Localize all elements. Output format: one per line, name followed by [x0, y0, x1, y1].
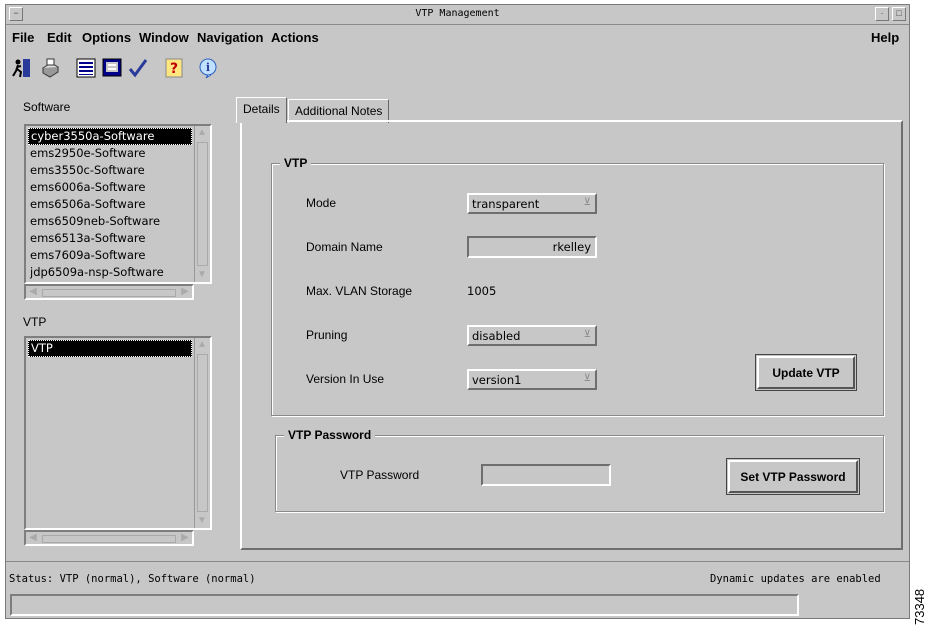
set-vtp-password-button[interactable]: Set VTP Password	[726, 458, 860, 495]
minimize-icon[interactable]: ·	[875, 7, 889, 21]
figure-id: 73348	[912, 588, 927, 625]
status-text: Status: VTP (normal), Software (normal)	[9, 573, 256, 585]
list-icon[interactable]	[74, 55, 98, 81]
software-item[interactable]: ems6506a-Software	[28, 196, 192, 213]
update-vtp-button[interactable]: Update VTP	[755, 354, 857, 391]
scroll-down-icon[interactable]: ▼	[195, 268, 209, 282]
software-list-items: cyber3550a-Software ems2950e-Software em…	[28, 128, 192, 281]
domain-name-label: Domain Name	[306, 240, 383, 254]
vtp-list-item[interactable]: VTP	[28, 340, 192, 357]
software-item[interactable]: ems2950e-Software	[28, 145, 192, 162]
domain-name-field[interactable]: rkelley	[467, 236, 597, 258]
status-message-field	[10, 594, 799, 616]
scroll-down-icon[interactable]: ▼	[195, 514, 209, 528]
software-item[interactable]: ems6509neb-Software	[28, 213, 192, 230]
svg-text:?: ?	[170, 61, 178, 77]
vtp-group-title: VTP	[280, 156, 312, 170]
maximize-icon[interactable]: □	[892, 7, 906, 21]
menu-file[interactable]: File	[12, 30, 34, 45]
menu-edit[interactable]: Edit	[47, 30, 72, 45]
details-panel: VTP Mode transparent ⊻ Domain Name rkell…	[240, 120, 903, 550]
scroll-left-icon[interactable]: ◀	[26, 285, 40, 299]
pruning-label: Pruning	[306, 328, 348, 342]
exit-icon[interactable]	[10, 55, 34, 81]
mode-dropdown[interactable]: transparent ⊻	[467, 193, 597, 214]
software-item[interactable]: ems6006a-Software	[28, 179, 192, 196]
scroll-left-icon[interactable]: ◀	[26, 531, 40, 545]
max-vlan-storage-value: 1005	[467, 284, 497, 298]
vtp-password-label: VTP Password	[340, 468, 420, 482]
vtp-password-group: VTP Password VTP Password Set VTP Passwo…	[275, 428, 884, 512]
vtp-list[interactable]: VTP ▲ ▼	[24, 336, 212, 530]
pruning-dropdown[interactable]: disabled ⊻	[467, 325, 597, 346]
scroll-track[interactable]	[42, 535, 176, 543]
menu-navigation[interactable]: Navigation	[197, 30, 263, 45]
menu-window[interactable]: Window	[139, 30, 189, 45]
toolbar: ? i	[10, 55, 410, 85]
check-icon[interactable]	[126, 55, 150, 81]
vtp-password-group-title: VTP Password	[284, 428, 376, 442]
software-item[interactable]: cyber3550a-Software	[28, 128, 192, 145]
title-bar: − VTP Management · □	[6, 5, 909, 25]
software-item[interactable]: jdp6509a-nsp-Software	[28, 264, 192, 281]
scroll-right-icon[interactable]: ▶	[178, 285, 192, 299]
software-label: Software	[23, 100, 71, 114]
software-hscrollbar[interactable]: ◀ ▶	[24, 284, 194, 300]
scroll-right-icon[interactable]: ▶	[178, 531, 192, 545]
scroll-track[interactable]	[197, 142, 208, 266]
menu-help[interactable]: Help	[871, 30, 899, 45]
software-vscrollbar[interactable]: ▲ ▼	[194, 126, 210, 282]
print-icon[interactable]	[38, 55, 62, 81]
vtp-list-label: VTP	[23, 315, 47, 329]
vtp-hscrollbar[interactable]: ◀ ▶	[24, 530, 194, 546]
menu-bar: File Edit Options Window Navigation Acti…	[6, 27, 909, 51]
info-icon[interactable]: i	[196, 55, 220, 81]
vtp-group: VTP Mode transparent ⊻ Domain Name rkell…	[271, 156, 884, 416]
scroll-track[interactable]	[42, 289, 176, 297]
mode-value: transparent	[472, 197, 540, 211]
dropdown-arrow-icon: ⊻	[583, 373, 591, 384]
menu-options[interactable]: Options	[82, 30, 131, 45]
scroll-track[interactable]	[197, 354, 208, 512]
pruning-value: disabled	[472, 329, 521, 343]
window-title: VTP Management	[415, 8, 500, 19]
vtp-password-field[interactable]	[481, 464, 611, 486]
svg-text:i: i	[206, 61, 210, 74]
software-list[interactable]: cyber3550a-Software ems2950e-Software em…	[24, 124, 212, 284]
version-dropdown[interactable]: version1 ⊻	[467, 369, 597, 390]
scroll-up-icon[interactable]: ▲	[195, 126, 209, 140]
vtp-vscrollbar[interactable]: ▲ ▼	[194, 338, 210, 528]
help-icon[interactable]: ?	[162, 55, 186, 81]
vtp-management-window: − VTP Management · □ File Edit Options W…	[5, 4, 910, 619]
mode-label: Mode	[306, 196, 337, 210]
vtp-list-items: VTP	[28, 340, 192, 357]
software-item[interactable]: ems7609a-Software	[28, 247, 192, 264]
software-item[interactable]: ems3550c-Software	[28, 162, 192, 179]
software-item[interactable]: ems6513a-Software	[28, 230, 192, 247]
max-vlan-storage-label: Max. VLAN Storage	[306, 284, 413, 298]
dropdown-arrow-icon: ⊻	[583, 197, 591, 208]
tab-details[interactable]: Details	[236, 97, 287, 123]
dynamic-updates-status: Dynamic updates are enabled	[710, 573, 881, 585]
version-in-use-label: Version In Use	[306, 372, 385, 386]
dropdown-arrow-icon: ⊻	[583, 329, 591, 340]
version-value: version1	[472, 373, 522, 387]
menu-actions[interactable]: Actions	[271, 30, 319, 45]
scroll-up-icon[interactable]: ▲	[195, 338, 209, 352]
status-divider	[6, 561, 909, 562]
monitor-icon[interactable]	[100, 55, 124, 81]
